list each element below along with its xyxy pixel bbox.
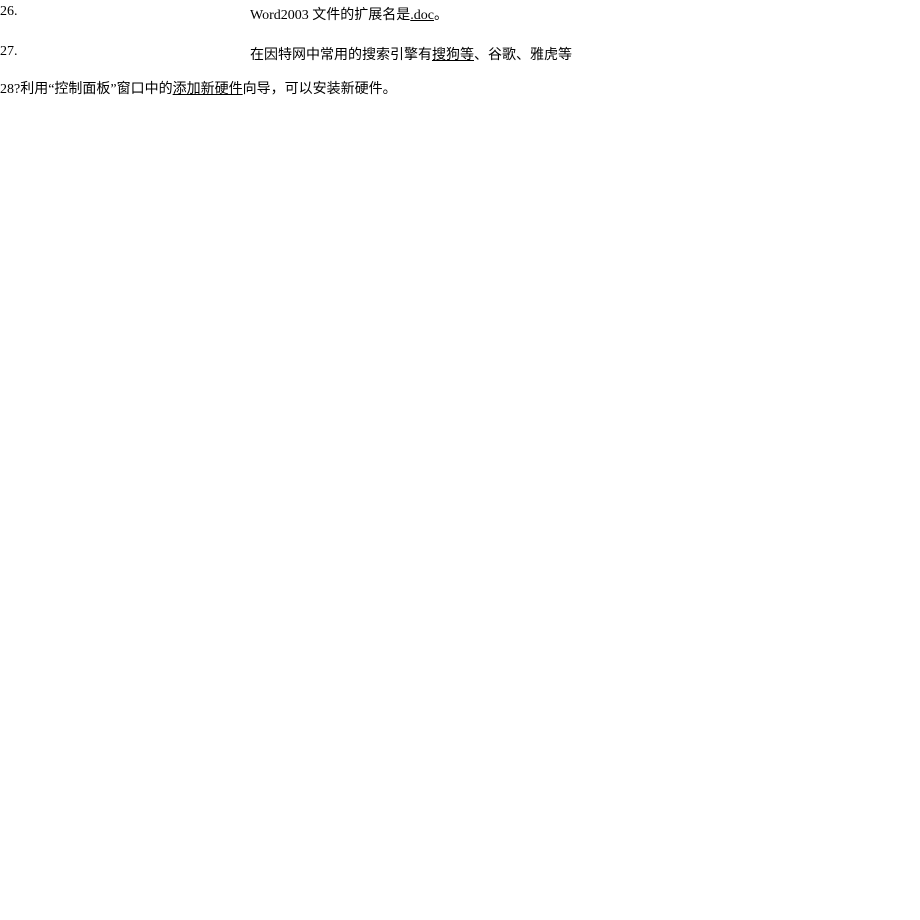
question-line-26: 26. Word2003 文件的扩展名是.doc。 — [0, 4, 18, 20]
question-content-27: 在因特网中常用的搜索引擎有搜狗等、谷歌、雅虎等 — [250, 44, 572, 64]
question-content-26: Word2003 文件的扩展名是.doc。 — [250, 4, 448, 24]
underlined-answer: 搜狗等 — [432, 48, 474, 63]
text-segment: 、谷歌、雅虎等 — [474, 48, 572, 63]
question-number-26: 26. — [0, 4, 18, 20]
text-segment: 向导，可以安装新硬件。 — [243, 82, 397, 97]
question-number-27: 27. — [0, 44, 18, 60]
text-segment: 在因特网中常用的搜索引擎有 — [250, 48, 432, 63]
text-segment: Word2003 文件的扩展名是 — [250, 8, 410, 23]
question-line-28: 28?利用“控制面板”窗口中的添加新硬件向导，可以安装新硬件。 — [0, 78, 397, 98]
underlined-answer: .doc — [410, 8, 434, 23]
question-line-27: 27. 在因特网中常用的搜索引擎有搜狗等、谷歌、雅虎等 — [0, 44, 18, 60]
text-segment: 28?利用“控制面板”窗口中的 — [0, 82, 173, 97]
text-segment: 。 — [434, 8, 448, 23]
underlined-answer: 添加新硬件 — [173, 82, 243, 97]
